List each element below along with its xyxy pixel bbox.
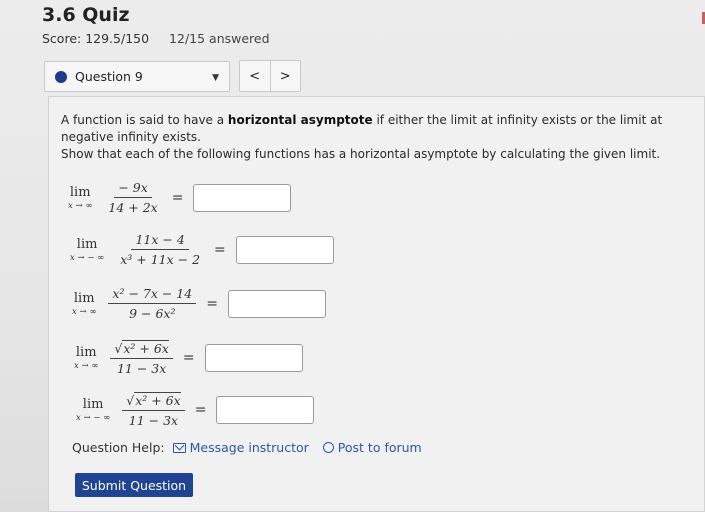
numerator: x² − 7x − 14 (108, 286, 197, 304)
question-help: Question Help: Message instructor Post t… (72, 440, 422, 455)
lim-word: lim (76, 236, 98, 252)
question-select-label: Question 9 (75, 69, 143, 84)
intro-text-1: A function is said to have a (61, 113, 228, 127)
numerator: 11x − 4 (131, 232, 189, 250)
lim-operator: lim x → − ∞ (70, 237, 104, 263)
numerator: √x² + 6x (122, 392, 185, 411)
denominator: 11 − 3x (116, 361, 167, 376)
fraction: √x² + 6x 11 − 3x (122, 392, 185, 428)
prev-question-button[interactable]: < (240, 61, 270, 91)
lim-subscript: x → − ∞ (70, 252, 105, 263)
current-question-dot-icon (55, 70, 67, 83)
numerator: √x² + 6x (110, 340, 173, 359)
fraction: √x² + 6x 11 − 3x (110, 340, 173, 376)
answer-input-3[interactable] (227, 289, 326, 318)
lim-operator: lim x → − ∞ (76, 397, 110, 423)
lim-word: lim (69, 184, 91, 200)
equals-sign: = (214, 241, 226, 258)
denominator: 9 − 6x² (129, 306, 176, 321)
post-to-forum-label: Post to forum (337, 440, 422, 455)
limit-5: lim x → − ∞ √x² + 6x 11 − 3x = (76, 392, 315, 428)
equals-sign: = (182, 350, 195, 366)
fraction: x² − 7x − 14 9 − 6x² (108, 286, 197, 321)
message-instructor-link[interactable]: Message instructor (172, 440, 309, 455)
answer-input-4[interactable] (204, 344, 303, 372)
denominator: 11 − 3x (128, 413, 179, 428)
lim-subscript: x → ∞ (72, 306, 97, 317)
next-question-button[interactable]: > (269, 61, 301, 91)
page-title: 3.6 Quiz (42, 4, 130, 26)
limit-1: lim x → ∞ − 9x 14 + 2x = (68, 180, 292, 215)
question-pager: < > (239, 60, 301, 92)
lim-subscript: x → ∞ (74, 361, 99, 371)
lim-subscript: x → − ∞ (76, 413, 111, 423)
answer-input-1[interactable] (193, 183, 292, 212)
limit-2: lim x → − ∞ 11x − 4 x³ + 11x − 2 = (70, 232, 334, 267)
answer-input-2[interactable] (235, 235, 334, 264)
answer-input-5[interactable] (216, 396, 315, 424)
lim-operator: lim x → ∞ (74, 345, 98, 371)
question-text: A function is said to have a horizontal … (61, 112, 691, 163)
score-text: Score: 129.5/150 (42, 31, 150, 46)
lim-word: lim (82, 397, 104, 412)
radicand: x² + 6x (122, 340, 169, 356)
intro-term: horizontal asymptote (227, 113, 373, 127)
envelope-icon (172, 442, 186, 453)
numerator: − 9x (114, 180, 152, 198)
submit-question-button[interactable]: Submit Question (75, 473, 193, 497)
question-select[interactable]: Question 9 ▼ (44, 61, 230, 92)
lim-word: lim (73, 290, 95, 306)
equals-sign: = (171, 189, 184, 206)
instruction-text: Show that each of the following function… (61, 147, 661, 161)
lim-word: lim (75, 345, 97, 360)
limit-3: lim x → ∞ x² − 7x − 14 9 − 6x² = (72, 286, 326, 321)
score-line: Score: 129.5/150 12/15 answered (42, 31, 270, 46)
chat-bubble-icon (322, 442, 334, 453)
page: 3.6 Quiz Score: 129.5/150 12/15 answered… (0, 0, 705, 512)
limit-4: lim x → ∞ √x² + 6x 11 − 3x = (74, 340, 303, 376)
caret-down-icon: ▼ (212, 73, 219, 83)
answered-count: 12/15 answered (169, 31, 270, 46)
message-instructor-label: Message instructor (189, 440, 309, 455)
radicand: x² + 6x (134, 392, 181, 408)
lim-operator: lim x → ∞ (68, 185, 92, 211)
lim-operator: lim x → ∞ (72, 291, 96, 317)
denominator: 14 + 2x (108, 200, 158, 215)
denominator: x³ + 11x − 2 (120, 252, 201, 267)
post-to-forum-link[interactable]: Post to forum (322, 440, 422, 455)
fraction: 11x − 4 x³ + 11x − 2 (116, 232, 204, 267)
lim-subscript: x → ∞ (68, 200, 93, 211)
equals-sign: = (194, 402, 207, 418)
question-help-label: Question Help: (72, 440, 165, 455)
fraction: − 9x 14 + 2x (104, 180, 161, 215)
equals-sign: = (206, 295, 218, 312)
